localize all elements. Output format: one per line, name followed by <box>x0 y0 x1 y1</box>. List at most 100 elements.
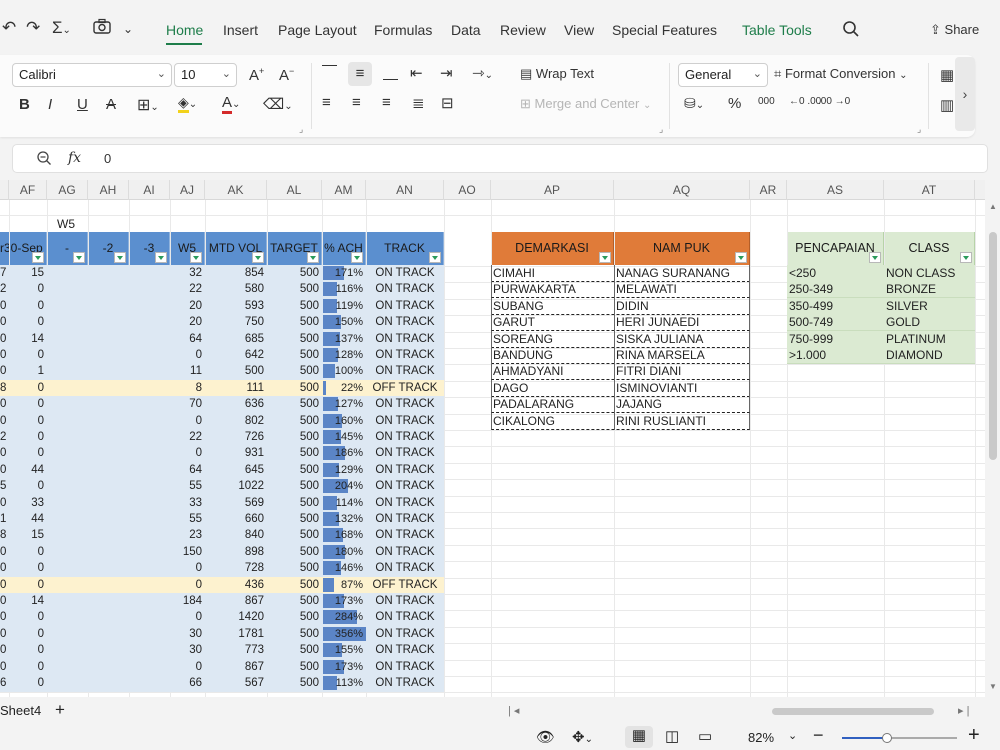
increase-indent-icon[interactable]: ⇥ <box>440 64 453 82</box>
decrease-indent-icon[interactable]: ⇤ <box>410 64 423 82</box>
cell-af[interactable]: 0 <box>9 413 47 429</box>
cell-pencapaian[interactable]: 350-499 <box>787 298 884 314</box>
cell-af[interactable]: 44 <box>9 511 47 527</box>
header-class[interactable]: CLASS <box>884 232 975 265</box>
filter-icon[interactable] <box>155 252 167 263</box>
cell-w5[interactable]: 0 <box>170 413 205 429</box>
font-size-select[interactable]: 10 ⌄ <box>174 63 237 87</box>
cell-ae[interactable]: 5 <box>0 478 9 494</box>
tab-formulas[interactable]: Formulas <box>374 22 432 38</box>
function-icon[interactable]: fx <box>68 150 81 166</box>
cell-af[interactable]: 0 <box>9 445 47 461</box>
cell-track[interactable]: ON TRACK <box>366 642 444 658</box>
tab-data[interactable]: Data <box>451 22 481 38</box>
cell-ae[interactable]: 0 <box>0 609 9 625</box>
cell-nam-puk[interactable]: MELAWATI <box>614 281 750 297</box>
cell-target[interactable]: 500 <box>267 675 322 691</box>
cell-track[interactable]: ON TRACK <box>366 347 444 363</box>
cell-mtd-vol[interactable]: 1022 <box>205 478 267 494</box>
cell-ae[interactable]: 2 <box>0 429 9 445</box>
cell-af[interactable]: 15 <box>9 265 47 281</box>
cell-ae[interactable]: 0 <box>0 363 9 379</box>
cell-pct-ach[interactable]: 119% <box>322 298 366 314</box>
cell-target[interactable]: 500 <box>267 462 322 478</box>
cell-w5[interactable]: 55 <box>170 511 205 527</box>
tab-table-tools[interactable]: Table Tools <box>742 22 812 38</box>
cell-ae[interactable]: 0 <box>0 560 9 576</box>
strikethrough-icon[interactable]: A <box>106 96 116 113</box>
column-header-aq[interactable]: AQ <box>614 180 750 200</box>
cell-w5[interactable]: 23 <box>170 527 205 543</box>
cell-mtd-vol[interactable]: 773 <box>205 642 267 658</box>
cell-ae[interactable]: 8 <box>0 380 9 396</box>
cell-ae[interactable]: 0 <box>0 445 9 461</box>
cell-nam-puk[interactable]: SISKA JULIANA <box>614 331 750 347</box>
tab-view[interactable]: View <box>564 22 594 38</box>
camera-icon[interactable] <box>93 18 111 39</box>
cell-w5[interactable]: 150 <box>170 544 205 560</box>
cell-mtd-vol[interactable]: 854 <box>205 265 267 281</box>
cell-demarkasi[interactable]: PADALARANG <box>491 396 614 412</box>
column-header-ap[interactable]: AP <box>491 180 614 200</box>
cell-af[interactable]: 44 <box>9 462 47 478</box>
borders-icon[interactable]: ⊞⌄ <box>137 95 159 115</box>
column-header-ak[interactable]: AK <box>205 180 267 200</box>
cell-target[interactable]: 500 <box>267 560 322 576</box>
cell-pct-ach[interactable]: 114% <box>322 495 366 511</box>
cell-target[interactable]: 500 <box>267 396 322 412</box>
column-header-ai[interactable]: AI <box>129 180 170 200</box>
cell-track[interactable]: ON TRACK <box>366 298 444 314</box>
cell-ae[interactable]: 7 <box>0 265 9 281</box>
cell-track[interactable]: ON TRACK <box>366 675 444 691</box>
cell-nam-puk[interactable]: RINI RUSLIANTI <box>614 413 750 429</box>
decrease-font-icon[interactable]: A− <box>279 66 294 84</box>
cell-track[interactable]: ON TRACK <box>366 462 444 478</box>
cell-w5[interactable]: 30 <box>170 642 205 658</box>
merge-center-button[interactable]: ⊞ Merge and Center ⌄ <box>520 96 651 112</box>
scroll-down-icon[interactable]: ▼ <box>989 682 997 691</box>
cell-target[interactable]: 500 <box>267 429 322 445</box>
cell-w5[interactable]: 20 <box>170 298 205 314</box>
tab-home[interactable]: Home <box>166 22 203 38</box>
cell-mtd-vol[interactable]: 1420 <box>205 609 267 625</box>
cell-mtd-vol[interactable]: 750 <box>205 314 267 330</box>
cell-nam-puk[interactable]: JAJANG <box>614 396 750 412</box>
cell-pct-ach[interactable]: 113% <box>322 675 366 691</box>
cell-target[interactable]: 500 <box>267 659 322 675</box>
number-format-select[interactable]: General ⌄ <box>678 63 768 87</box>
cell-ae[interactable]: 0 <box>0 396 9 412</box>
header-minus-3[interactable]: -3 <box>129 232 170 265</box>
redo-icon[interactable]: ↷ <box>26 18 40 38</box>
cell-demarkasi[interactable]: AHMADYANI <box>491 363 614 379</box>
cell-ae[interactable]: 2 <box>0 281 9 297</box>
cell-track[interactable]: ON TRACK <box>366 659 444 675</box>
cell-mtd-vol[interactable]: 931 <box>205 445 267 461</box>
zoom-level[interactable]: 82% <box>748 730 774 745</box>
header-demarkasi[interactable]: DEMARKASI <box>491 232 614 265</box>
align-middle-icon[interactable]: ≡ <box>348 62 372 86</box>
cell-af[interactable]: 0 <box>9 347 47 363</box>
cell-ae[interactable]: 0 <box>0 495 9 511</box>
cell-mtd-vol[interactable]: 642 <box>205 347 267 363</box>
cell-target[interactable]: 500 <box>267 314 322 330</box>
cell-pct-ach[interactable]: 171% <box>322 265 366 281</box>
italic-icon[interactable]: I <box>48 96 52 113</box>
cell-w5[interactable]: 22 <box>170 281 205 297</box>
cell-demarkasi[interactable]: CIMAHI <box>491 265 614 281</box>
cell-ae[interactable]: 0 <box>0 642 9 658</box>
cell-target[interactable]: 500 <box>267 281 322 297</box>
cell-track[interactable]: ON TRACK <box>366 445 444 461</box>
tab-page-layout[interactable]: Page Layout <box>278 22 357 38</box>
cell-af[interactable]: 0 <box>9 429 47 445</box>
cell-ae[interactable]: 0 <box>0 593 9 609</box>
cell-ae[interactable]: 0 <box>0 544 9 560</box>
cell-mtd-vol[interactable]: 636 <box>205 396 267 412</box>
cell-w5[interactable]: 20 <box>170 314 205 330</box>
align-top-icon[interactable]: ⎺ <box>322 64 337 81</box>
cell-w5[interactable]: 32 <box>170 265 205 281</box>
ribbon-scroll-right-button[interactable]: › <box>955 57 975 131</box>
cell-track[interactable]: ON TRACK <box>366 626 444 642</box>
cell-ae[interactable]: 0 <box>0 626 9 642</box>
increase-font-icon[interactable]: A+ <box>249 66 264 84</box>
filter-icon[interactable] <box>252 252 264 263</box>
